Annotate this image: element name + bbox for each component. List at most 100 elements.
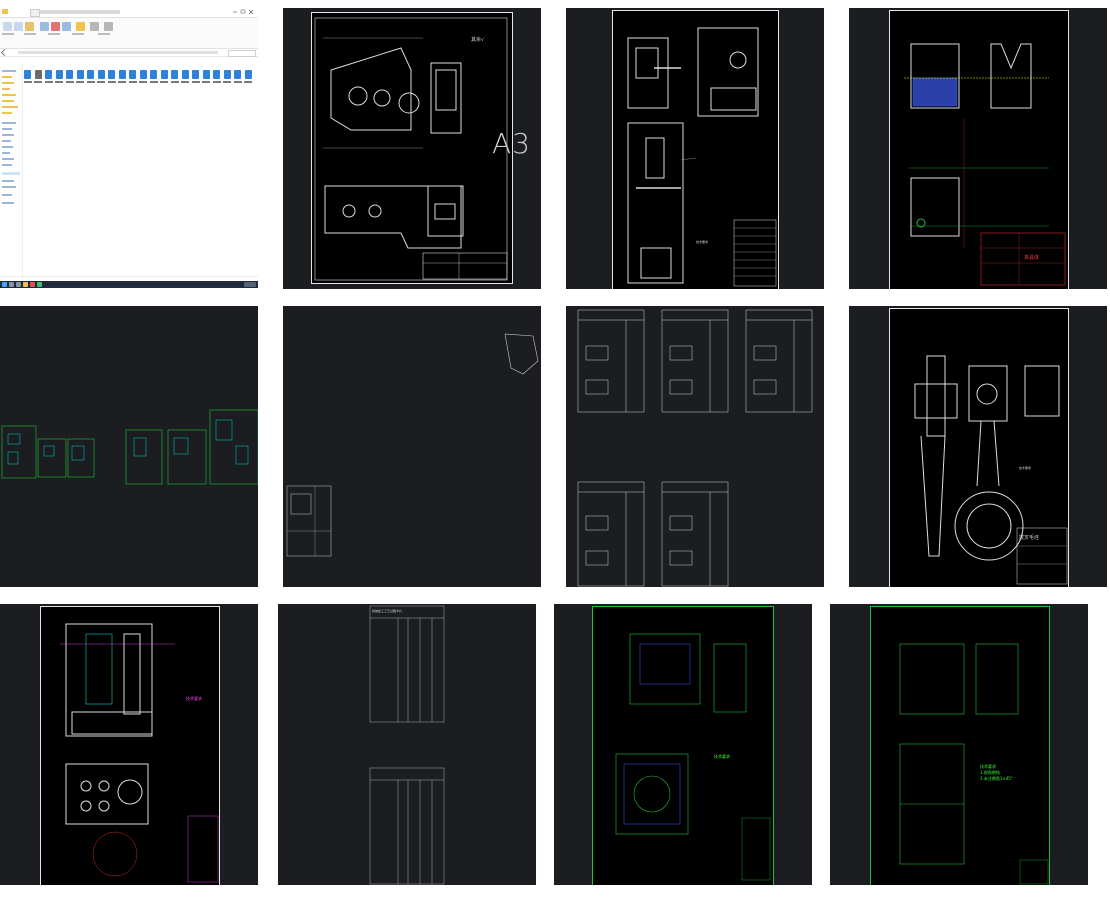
file-icon[interactable] [45, 70, 52, 79]
file-label [160, 81, 168, 83]
thumbnail-grid: 其余√ A3 技术要求 夹具体 技术要求 拨叉毛坯 技术要求 机械加工工艺过程卡… [0, 0, 1110, 897]
nav-item[interactable] [2, 134, 14, 136]
file-icon[interactable] [139, 70, 147, 79]
file-icon[interactable] [234, 70, 241, 79]
folder-icon [2, 9, 8, 14]
app-icon[interactable] [23, 282, 28, 287]
delete-icon[interactable] [51, 22, 60, 31]
file-icon[interactable] [171, 70, 178, 79]
search-input[interactable] [228, 50, 256, 57]
maximize-icon[interactable] [240, 8, 246, 15]
nav-item[interactable] [2, 88, 10, 90]
green-part-lines [899, 643, 1049, 885]
select-icon[interactable] [104, 22, 113, 31]
back-icon[interactable] [0, 48, 9, 57]
note-title: 技术要求 [1019, 466, 1032, 470]
file-icon[interactable] [223, 70, 231, 79]
fixture-drawing-lines [627, 27, 777, 287]
file-icon[interactable] [76, 70, 84, 79]
file-icon[interactable] [150, 70, 157, 79]
file-icon[interactable] [244, 70, 252, 79]
file-icon[interactable] [213, 70, 220, 79]
file-icon[interactable] [55, 70, 63, 79]
tile-lever-part[interactable]: 技术要求 拨叉毛坯 [849, 306, 1107, 587]
move-icon[interactable] [40, 22, 49, 31]
app-icon[interactable] [30, 282, 35, 287]
note-title: 技术要求 [186, 696, 202, 701]
process-table-sheets [369, 605, 445, 885]
nav-item[interactable] [2, 100, 14, 102]
copy-icon[interactable] [14, 22, 23, 31]
search-icon[interactable] [9, 282, 14, 287]
note-title: 技术要求 [714, 754, 730, 759]
properties-icon[interactable] [90, 22, 99, 31]
nav-item[interactable] [2, 158, 14, 160]
tile-clamp-assembly[interactable]: 技术要求 [0, 604, 258, 885]
new-folder-icon[interactable] [76, 22, 85, 31]
tile-v-block-drawing[interactable]: 夹具体 [849, 8, 1107, 289]
nav-item[interactable] [2, 186, 16, 188]
file-label [244, 81, 252, 83]
file-icon[interactable] [24, 70, 31, 79]
nav-item[interactable] [2, 152, 10, 154]
nav-item[interactable] [2, 76, 12, 78]
nav-item[interactable] [2, 194, 12, 196]
file-label [65, 81, 74, 83]
file-label [233, 81, 242, 83]
tile-green-assembly[interactable]: 技术要求 [554, 604, 812, 885]
file-label [223, 81, 231, 83]
file-icon[interactable] [66, 70, 73, 79]
paste-icon[interactable] [25, 22, 34, 31]
pin-icon[interactable] [3, 22, 12, 31]
explorer-tab[interactable] [30, 9, 40, 17]
file-icon[interactable] [118, 70, 126, 79]
windows-icon[interactable] [2, 282, 7, 287]
tile-explorer[interactable] [0, 8, 258, 288]
file-icon[interactable] [181, 70, 189, 79]
tile-process-cards[interactable] [566, 306, 824, 587]
process-card-sheets [577, 309, 813, 587]
file-icon[interactable] [87, 70, 94, 79]
nav-item[interactable] [2, 140, 11, 142]
nav-item[interactable] [2, 146, 13, 148]
tile-sparse-layout[interactable] [283, 306, 541, 587]
app-icon[interactable] [37, 282, 42, 287]
ribbon-label [2, 33, 14, 35]
nav-item[interactable] [2, 106, 18, 108]
file-label [170, 81, 179, 83]
note-line: 2.未注倒角1×45° [980, 776, 1013, 781]
nav-item[interactable] [2, 180, 14, 182]
file-icon[interactable] [192, 70, 199, 79]
close-icon[interactable] [248, 8, 254, 15]
file-icon[interactable] [34, 70, 42, 79]
file-label [76, 81, 84, 83]
nav-item[interactable] [2, 94, 16, 96]
file-label [34, 81, 42, 83]
file-icon[interactable] [97, 70, 105, 79]
minimize-icon[interactable] [232, 8, 238, 15]
file-icon[interactable] [108, 70, 115, 79]
file-icon[interactable] [160, 70, 168, 79]
tile-process-table[interactable]: 机械加工工艺过程卡片 [278, 604, 536, 885]
note-title: 技术要求 [696, 240, 709, 244]
nav-item[interactable] [2, 164, 12, 166]
nav-item[interactable] [2, 82, 14, 84]
nav-item[interactable] [2, 128, 12, 130]
nav-item[interactable] [2, 122, 16, 124]
file-label [202, 81, 210, 83]
nav-item[interactable] [2, 202, 14, 204]
nav-item-selected[interactable] [2, 172, 20, 175]
tile-fixture-assembly[interactable]: 技术要求 [566, 8, 824, 289]
taskview-icon[interactable] [16, 282, 21, 287]
file-label [86, 81, 95, 83]
address-bar[interactable] [0, 48, 258, 57]
tile-green-part[interactable]: 技术要求 1.锐角倒钝 2.未注倒角1×45° [830, 604, 1088, 885]
file-icon[interactable] [129, 70, 136, 79]
rename-icon[interactable] [62, 22, 71, 31]
nav-item[interactable] [2, 70, 16, 72]
file-label [149, 81, 158, 83]
file-icon[interactable] [202, 70, 210, 79]
nav-item[interactable] [2, 112, 12, 114]
tile-overview-many-sheets[interactable] [0, 306, 258, 587]
file-label [97, 81, 105, 83]
